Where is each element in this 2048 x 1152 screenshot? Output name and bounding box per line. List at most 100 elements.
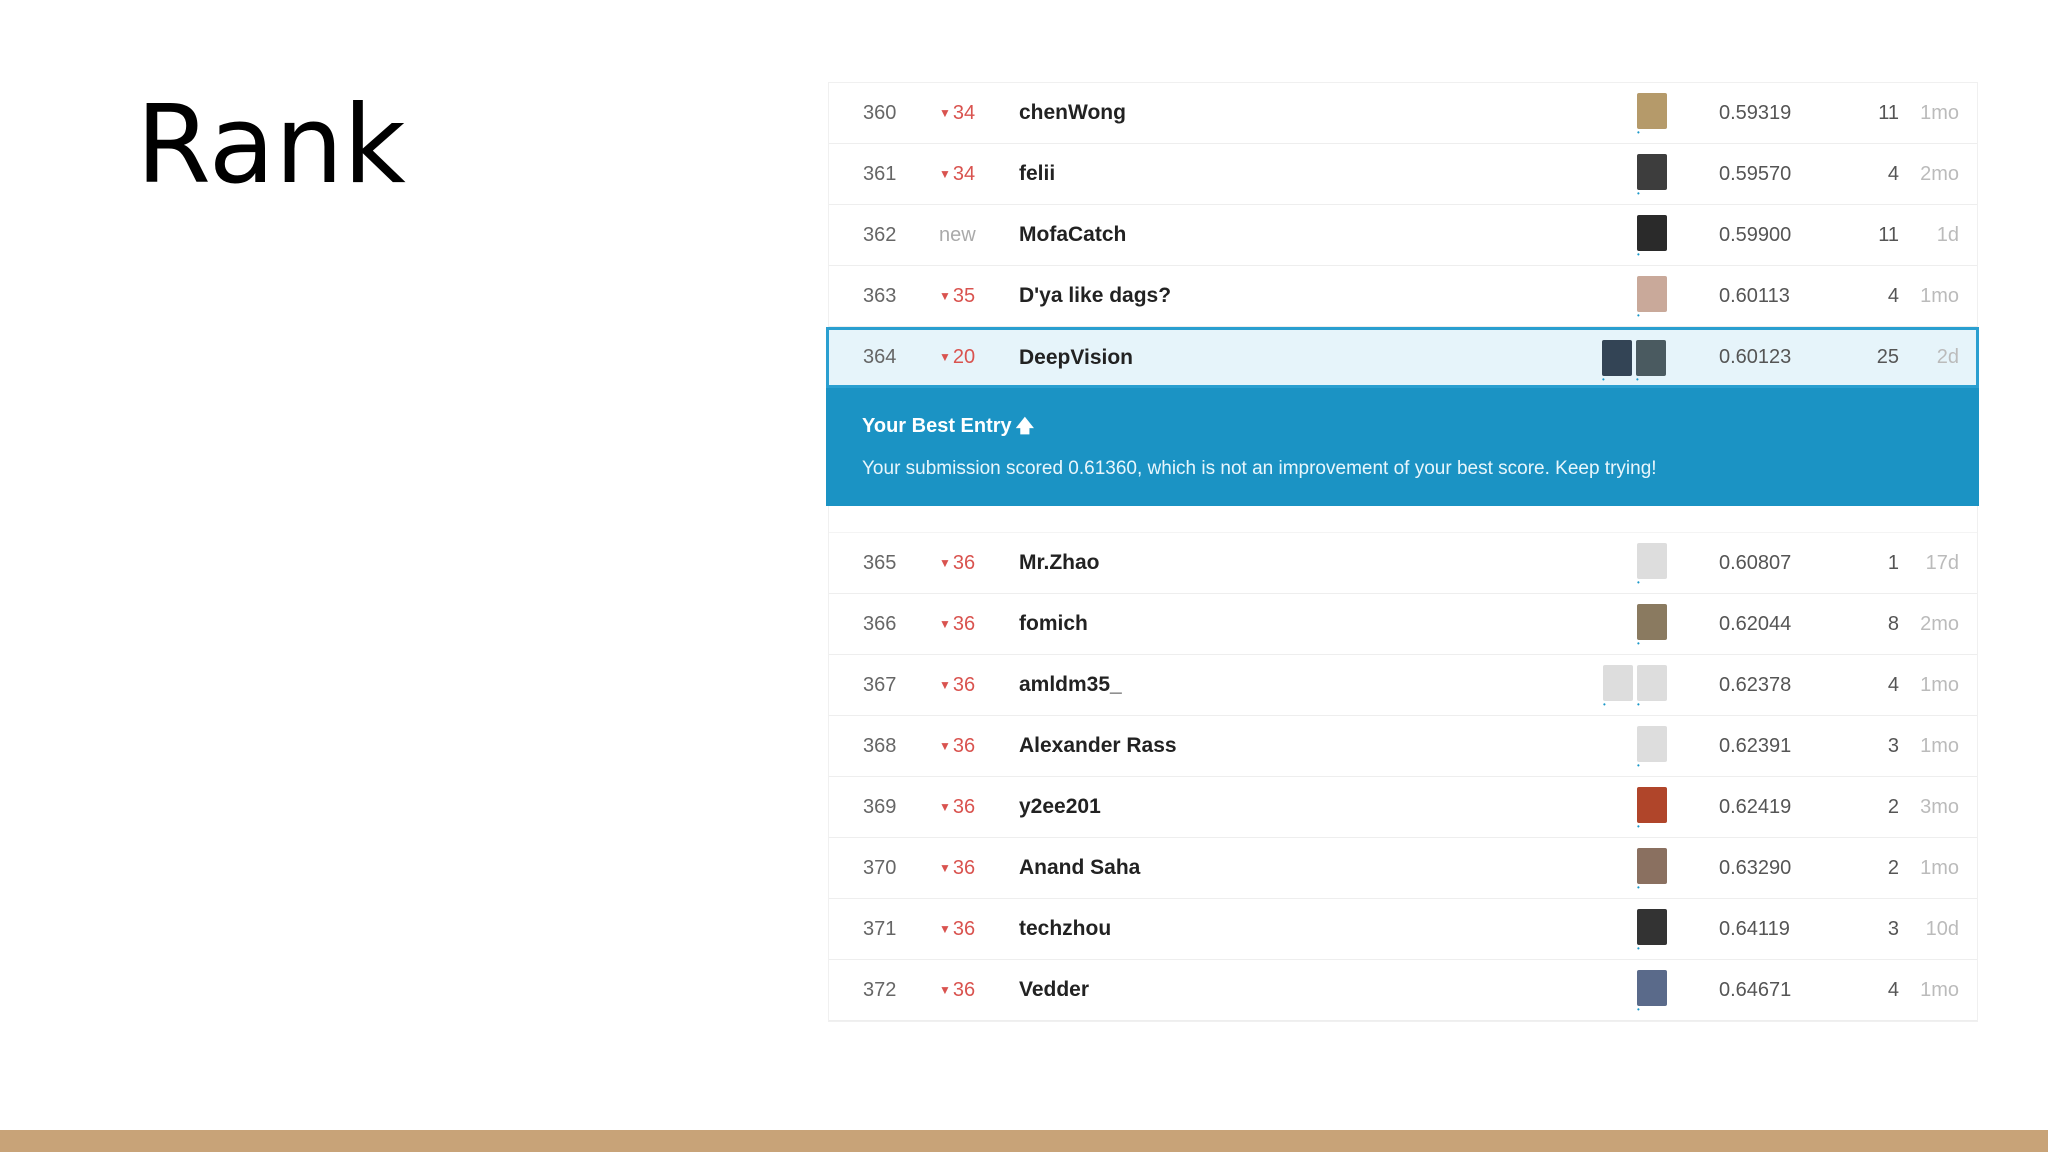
rank-change: ▼ 34 — [939, 83, 1009, 143]
caret-down-icon: ▼ — [939, 922, 951, 936]
last-submission: 17d — [1925, 552, 1959, 574]
team-name-link[interactable]: Alexander Rass — [1019, 716, 1177, 776]
caret-down-icon: ▼ — [939, 167, 951, 181]
team-name-link[interactable]: Anand Saha — [1019, 838, 1140, 898]
rank-number: 368 — [863, 735, 897, 757]
caret-down-icon: ▼ — [939, 617, 951, 631]
tier-dot-icon: • — [1637, 578, 1640, 587]
last-submission: 2d — [1936, 346, 1959, 368]
team-members: • — [1637, 215, 1667, 259]
caret-down-icon: ▼ — [939, 861, 951, 875]
score: 0.64119 — [1719, 918, 1790, 940]
rank-change-value: new — [939, 224, 976, 246]
tier-dot-icon: • — [1637, 883, 1640, 892]
avatar[interactable]: • — [1637, 726, 1667, 770]
rank-change-value: 36 — [952, 918, 976, 940]
team-name-link[interactable]: fomich — [1019, 594, 1088, 654]
rank-number: 360 — [863, 102, 897, 124]
avatar[interactable]: • — [1603, 665, 1633, 709]
divider — [829, 506, 1977, 533]
avatar[interactable]: • — [1637, 848, 1667, 892]
tier-dot-icon: • — [1637, 128, 1640, 137]
entries-count: 2 — [1887, 796, 1899, 818]
team-name-link[interactable]: techzhou — [1019, 899, 1111, 959]
entries-count: 4 — [1887, 674, 1899, 696]
score: 0.62391 — [1719, 735, 1792, 757]
team-members: • — [1637, 543, 1667, 587]
team-name-link[interactable]: Vedder — [1019, 960, 1089, 1020]
entries-count: 25 — [1876, 346, 1899, 368]
caret-down-icon: ▼ — [939, 739, 951, 753]
entries-count: 4 — [1887, 163, 1899, 185]
tier-dot-icon: • — [1637, 1005, 1640, 1014]
avatar[interactable]: • — [1637, 215, 1667, 259]
leaderboard-row[interactable]: 367 ▼ 36 amldm35_ • • 0.62378 4 1mo — [829, 655, 1977, 716]
avatar[interactable]: • — [1637, 93, 1667, 137]
tier-dot-icon: • — [1637, 822, 1640, 831]
score: 0.60123 — [1719, 346, 1792, 368]
avatar[interactable]: • — [1637, 970, 1667, 1014]
leaderboard-row[interactable]: 368 ▼ 36 Alexander Rass • 0.62391 3 1mo — [829, 716, 1977, 777]
entries-count: 11 — [1878, 224, 1899, 246]
avatar[interactable]: • — [1637, 604, 1667, 648]
best-entry-message: Your submission scored 0.61360, which is… — [862, 458, 1657, 479]
avatar[interactable]: • — [1602, 340, 1632, 384]
rank-change: ▼ 36 — [939, 777, 1009, 837]
slide-title: Rank — [136, 83, 406, 208]
rank-change: ▼ 36 — [939, 899, 1009, 959]
leaderboard-row[interactable]: 363 ▼ 35 D'ya like dags? • 0.60113 4 1mo — [829, 266, 1977, 327]
entries-count: 3 — [1887, 735, 1899, 757]
avatar[interactable]: • — [1637, 276, 1667, 320]
team-members: • • — [1603, 665, 1667, 709]
team-name-link[interactable]: DeepVision — [1019, 330, 1133, 385]
last-submission: 1d — [1936, 224, 1959, 246]
rank-number: 366 — [863, 613, 897, 635]
leaderboard-row[interactable]: 361 ▼ 34 felii • 0.59570 4 2mo — [829, 144, 1977, 205]
leaderboard-row[interactable]: 372 ▼ 36 Vedder • 0.64671 4 1mo — [829, 960, 1977, 1021]
team-members: • — [1637, 970, 1667, 1014]
team-members: • — [1637, 154, 1667, 198]
leaderboard-row[interactable]: 366 ▼ 36 fomich • 0.62044 8 2mo — [829, 594, 1977, 655]
entries-count: 4 — [1887, 285, 1899, 307]
leaderboard-row[interactable]: 371 ▼ 36 techzhou • 0.64119 3 10d — [829, 899, 1977, 960]
rank-change-value: 36 — [952, 796, 976, 818]
score: 0.60807 — [1719, 552, 1792, 574]
rank-change-value: 36 — [952, 979, 976, 1001]
caret-down-icon: ▼ — [939, 289, 951, 303]
team-name-link[interactable]: felii — [1019, 144, 1055, 204]
avatar[interactable]: • — [1636, 340, 1666, 384]
rank-change-value: 36 — [952, 552, 976, 574]
rank-change: ▼ 20 — [939, 330, 1009, 385]
team-name-link[interactable]: Mr.Zhao — [1019, 533, 1100, 593]
leaderboard-row[interactable]: 365 ▼ 36 Mr.Zhao • 0.60807 1 17d — [829, 533, 1977, 594]
avatar[interactable]: • — [1637, 543, 1667, 587]
last-submission: 1mo — [1920, 285, 1959, 307]
team-name-link[interactable]: D'ya like dags? — [1019, 266, 1171, 326]
last-submission: 3mo — [1920, 796, 1959, 818]
leaderboard-row[interactable]: 360 ▼ 34 chenWong • 0.59319 11 1mo — [829, 83, 1977, 144]
avatar[interactable]: • — [1637, 154, 1667, 198]
avatar[interactable]: • — [1637, 787, 1667, 831]
tier-dot-icon: • — [1602, 375, 1605, 384]
leaderboard-row[interactable]: 370 ▼ 36 Anand Saha • 0.63290 2 1mo — [829, 838, 1977, 899]
team-name-link[interactable]: amldm35_ — [1019, 655, 1122, 715]
team-members: • — [1637, 726, 1667, 770]
arrow-up-icon: 🡅 — [1015, 416, 1035, 436]
team-name-link[interactable]: MofaCatch — [1019, 205, 1126, 265]
avatar[interactable]: • — [1637, 665, 1667, 709]
team-members: • • — [1602, 340, 1666, 384]
score: 0.60113 — [1719, 285, 1790, 307]
avatar[interactable]: • — [1637, 909, 1667, 953]
best-entry-title-text: Your Best Entry — [862, 415, 1012, 437]
rank-change: ▼ 36 — [939, 960, 1009, 1020]
team-name-link[interactable]: chenWong — [1019, 83, 1126, 143]
score: 0.63290 — [1719, 857, 1792, 879]
leaderboard-row[interactable]: 364 ▼ 20 DeepVision • • 0.60123 25 2d — [826, 327, 1979, 388]
rank-change-value: 35 — [952, 285, 976, 307]
leaderboard-row[interactable]: 369 ▼ 36 y2ee201 • 0.62419 2 3mo — [829, 777, 1977, 838]
caret-down-icon: ▼ — [939, 556, 951, 570]
rank-change-value: 36 — [952, 857, 976, 879]
entries-count: 4 — [1887, 979, 1899, 1001]
team-name-link[interactable]: y2ee201 — [1019, 777, 1101, 837]
leaderboard-row[interactable]: 362 new MofaCatch • 0.59900 11 1d — [829, 205, 1977, 266]
